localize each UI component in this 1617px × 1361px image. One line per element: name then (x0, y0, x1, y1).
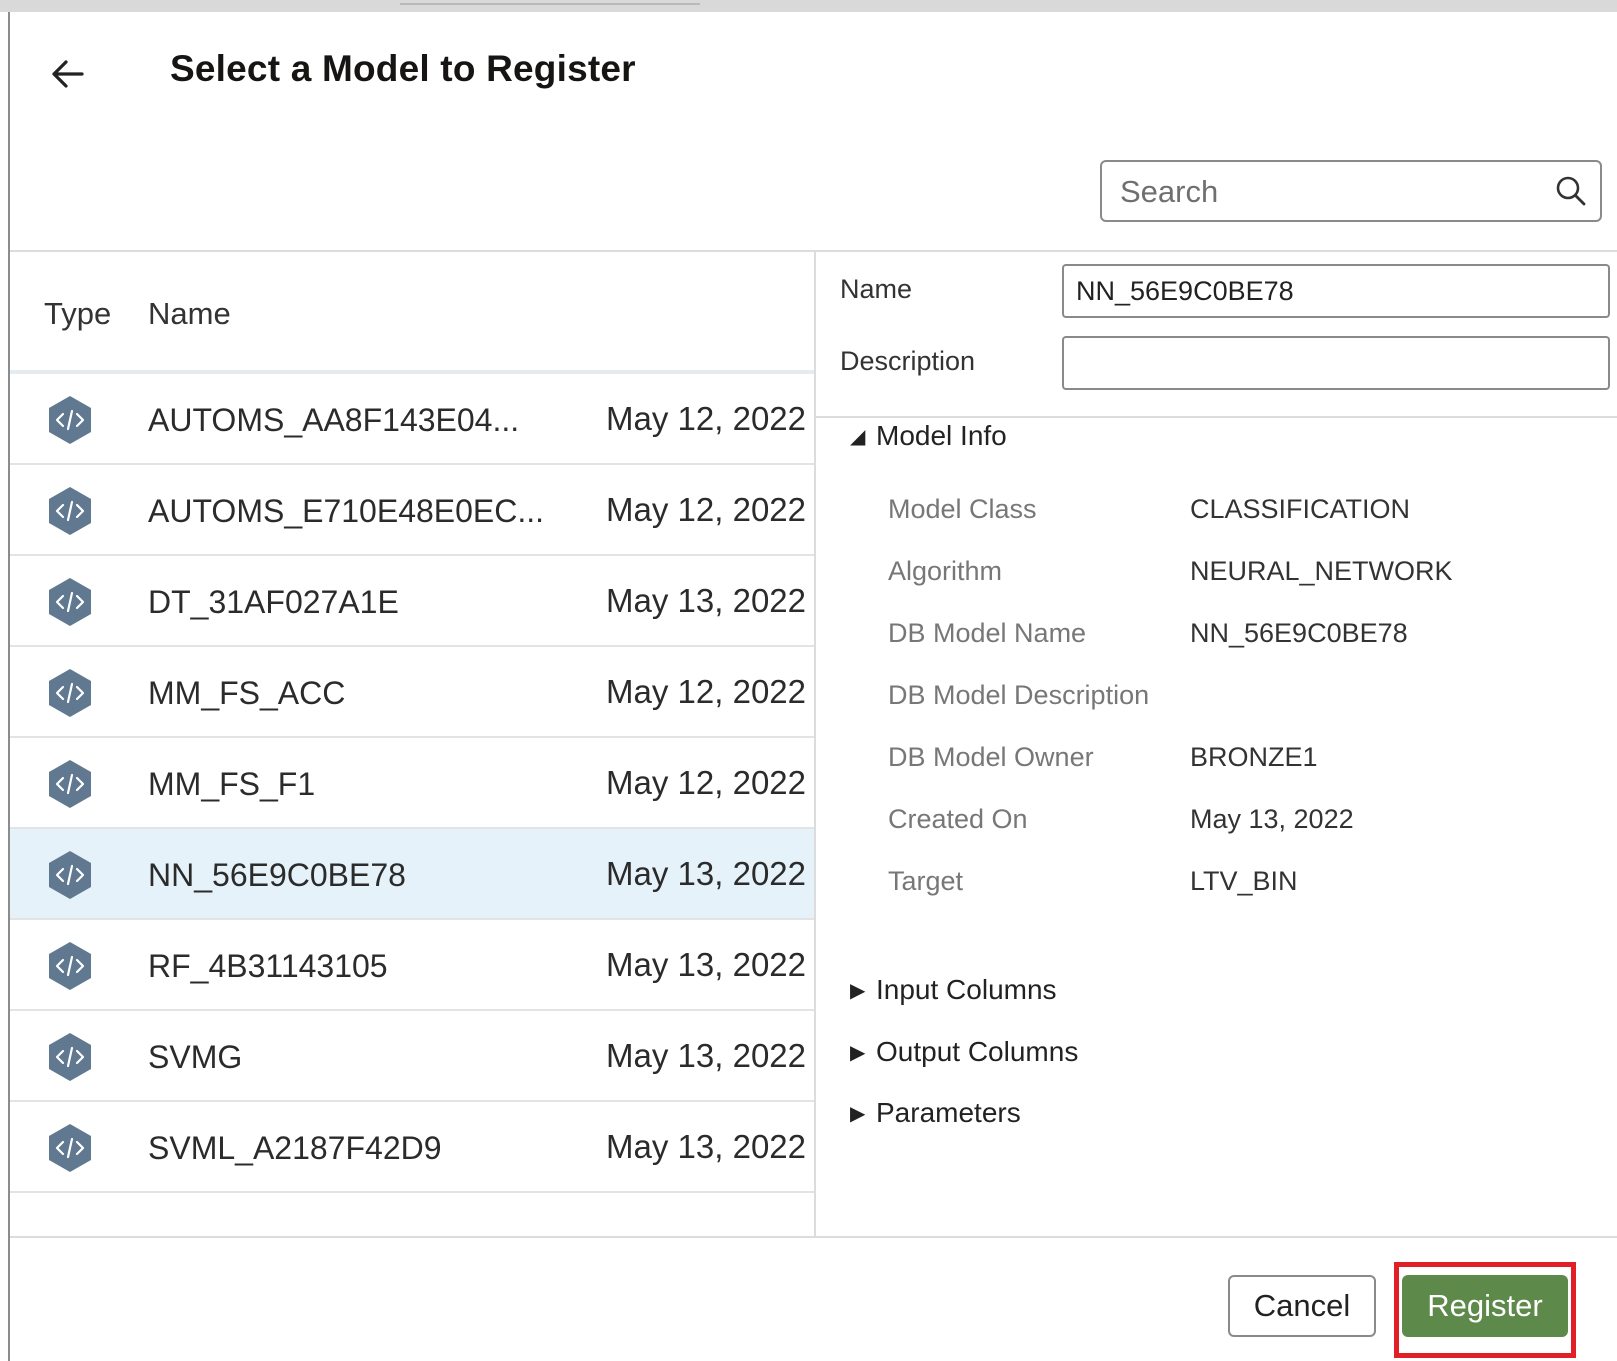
output-columns-title: Output Columns (876, 1036, 1079, 1067)
model-list: AUTOMS_AA8F143E04... May 12, 2022 AUTOMS_E… (10, 374, 814, 1193)
dialog-title: Select a Model to Register (170, 48, 636, 89)
parameters-toggle[interactable]: ▶ Parameters (850, 1097, 1021, 1129)
model-date: May 13, 2022 (606, 1128, 806, 1165)
info-value: BRONZE1 (1190, 742, 1318, 772)
table-row[interactable]: AUTOMS_AA8F143E04... May 12, 2022 (10, 374, 814, 465)
code-hexagon-icon (49, 1124, 91, 1172)
background-app-detail (400, 3, 700, 5)
table-row[interactable]: DT_31AF027A1E May 13, 2022 (10, 556, 814, 647)
info-value: May 13, 2022 (1190, 804, 1354, 834)
code-hexagon-icon (49, 669, 91, 717)
table-row[interactable]: SVML_A2187F42D9 May 13, 2022 (10, 1102, 814, 1193)
search-box[interactable] (1100, 160, 1602, 222)
model-date: May 13, 2022 (606, 946, 806, 983)
input-columns-title: Input Columns (876, 974, 1057, 1005)
info-key: Algorithm (888, 556, 1003, 586)
description-label: Description (840, 346, 976, 376)
code-hexagon-icon (49, 942, 91, 990)
name-label: Name (840, 274, 913, 304)
model-name: MM_FS_F1 (148, 766, 316, 802)
register-model-dialog: Select a Model to Register Type Name AUT… (8, 12, 1617, 1361)
code-hexagon-icon (49, 578, 91, 626)
triangle-right-icon: ▶ (850, 980, 866, 1002)
model-date: May 12, 2022 (606, 673, 806, 710)
divider (814, 250, 816, 1236)
column-header-name[interactable]: Name (148, 296, 231, 332)
background-app-strip (0, 0, 1617, 12)
info-key: DB Model Name (888, 618, 1087, 648)
model-name: MM_FS_ACC (148, 675, 346, 711)
info-key: Created On (888, 804, 1028, 834)
info-key: Target (888, 866, 964, 896)
model-date: May 13, 2022 (606, 1037, 806, 1074)
model-date: May 12, 2022 (606, 400, 806, 437)
register-button[interactable]: Register (1402, 1275, 1568, 1337)
name-field[interactable] (1062, 264, 1610, 318)
model-name: NN_56E9C0BE78 (148, 857, 406, 893)
description-field[interactable] (1062, 336, 1610, 390)
model-date: May 13, 2022 (606, 855, 806, 892)
model-name: AUTOMS_AA8F143E04... (148, 402, 520, 438)
parameters-title: Parameters (876, 1097, 1021, 1128)
code-hexagon-icon (49, 487, 91, 535)
info-key: DB Model Description (888, 680, 1150, 710)
model-info-toggle[interactable]: ◢ Model Info (850, 420, 1007, 452)
model-name: AUTOMS_E710E48E0EC... (148, 493, 545, 529)
arrow-left-icon (52, 60, 84, 88)
model-date: May 12, 2022 (606, 491, 806, 528)
column-header-type[interactable]: Type (44, 296, 111, 332)
divider (816, 416, 1617, 418)
table-row[interactable]: NN_56E9C0BE78 May 13, 2022 (10, 829, 814, 920)
info-value: LTV_BIN (1190, 866, 1298, 896)
model-name: DT_31AF027A1E (148, 584, 399, 620)
table-row[interactable]: AUTOMS_E710E48E0EC... May 12, 2022 (10, 465, 814, 556)
model-date: May 12, 2022 (606, 764, 806, 801)
triangle-right-icon: ▶ (850, 1042, 866, 1064)
info-value: CLASSIFICATION (1190, 494, 1411, 524)
divider (10, 1236, 1617, 1238)
search-input[interactable] (1104, 164, 1552, 220)
back-button[interactable] (46, 52, 90, 96)
info-value: NN_56E9C0BE78 (1190, 618, 1408, 648)
cancel-button[interactable]: Cancel (1228, 1275, 1376, 1337)
code-hexagon-icon (49, 396, 91, 444)
code-hexagon-icon (49, 760, 91, 808)
model-info-title: Model Info (876, 420, 1007, 451)
triangle-down-icon: ◢ (850, 426, 866, 448)
model-name: RF_4B31143105 (148, 948, 388, 984)
code-hexagon-icon (49, 1033, 91, 1081)
info-value: NEURAL_NETWORK (1190, 556, 1453, 586)
triangle-right-icon: ▶ (850, 1103, 866, 1125)
output-columns-toggle[interactable]: ▶ Output Columns (850, 1036, 1078, 1068)
info-key: DB Model Owner (888, 742, 1094, 772)
input-columns-toggle[interactable]: ▶ Input Columns (850, 974, 1057, 1006)
table-row[interactable]: MM_FS_F1 May 12, 2022 (10, 738, 814, 829)
info-key: Model Class (888, 494, 1037, 524)
model-name: SVMG (148, 1039, 243, 1075)
table-row[interactable]: RF_4B31143105 May 13, 2022 (10, 920, 814, 1011)
code-hexagon-icon (49, 851, 91, 899)
table-row[interactable]: MM_FS_ACC May 12, 2022 (10, 647, 814, 738)
model-name: SVML_A2187F42D9 (148, 1130, 442, 1166)
model-date: May 13, 2022 (606, 582, 806, 619)
search-icon[interactable] (1554, 174, 1588, 208)
table-row[interactable]: SVMG May 13, 2022 (10, 1011, 814, 1102)
